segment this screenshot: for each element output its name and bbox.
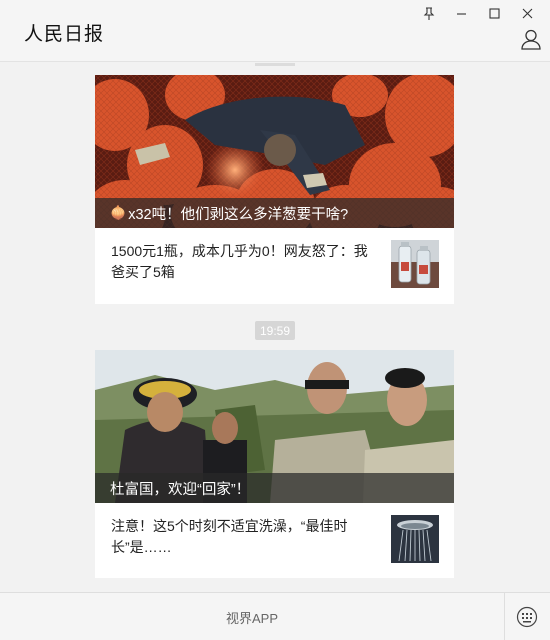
pin-icon: [423, 6, 434, 20]
maximize-icon: [489, 7, 500, 19]
article-hero[interactable]: 🧅 x32吨！他们剥这么多洋葱要干啥?: [95, 75, 454, 228]
minimize-button[interactable]: [445, 2, 478, 24]
hero-caption: 杜富国，欢迎“回家”！: [95, 473, 454, 503]
article-card: 🧅 x32吨！他们剥这么多洋葱要干啥? 1500元1瓶，成本几乎为0！网友怒了：…: [95, 75, 454, 304]
pin-button[interactable]: [412, 2, 445, 24]
title-bar: 人民日报: [0, 0, 550, 62]
close-icon: [522, 8, 533, 18]
sub-article-title: 1500元1瓶，成本几乎为0！网友怒了：我爸买了5箱: [111, 243, 368, 280]
bottom-divider: [504, 593, 505, 640]
sub-article[interactable]: 1500元1瓶，成本几乎为0！网友怒了：我爸买了5箱: [95, 228, 454, 304]
app-title: 人民日报: [24, 24, 105, 45]
bottom-bar: 视界APP: [0, 592, 550, 640]
shower-thumbnail-image: [391, 515, 439, 563]
profile-button[interactable]: [520, 28, 542, 50]
article-card: 杜富国，欢迎“回家”！ 注意！这5个时刻不适宜洗澡，“最佳时长”是……: [95, 350, 454, 578]
minimize-icon: [457, 12, 466, 15]
time-badge: 19:59: [255, 321, 295, 340]
hero-caption-text: x32吨！他们剥这么多洋葱要干啥?: [128, 206, 349, 223]
user-icon: [521, 29, 541, 50]
close-button[interactable]: [511, 2, 544, 24]
bottles-thumbnail-image: [391, 240, 439, 288]
hero-caption-text: 杜富国，欢迎“回家”！: [110, 481, 251, 498]
maximize-button[interactable]: [478, 2, 511, 24]
onion-emoji: 🧅: [110, 205, 127, 220]
sub-article-thumbnail: [391, 515, 439, 563]
window-controls: [412, 2, 544, 24]
previous-time-badge: [255, 63, 295, 66]
sub-article-title: 注意！这5个时刻不适宜洗澡，“最佳时长”是……: [111, 518, 348, 555]
visit-app-button[interactable]: 视界APP: [0, 593, 504, 640]
message-feed[interactable]: 🧅 x32吨！他们剥这么多洋葱要干啥? 1500元1瓶，成本几乎为0！网友怒了：…: [0, 63, 550, 592]
keyboard-button[interactable]: [516, 606, 538, 628]
hero-caption: 🧅 x32吨！他们剥这么多洋葱要干啥?: [95, 198, 454, 228]
keyboard-icon: [516, 606, 538, 628]
article-hero[interactable]: 杜富国，欢迎“回家”！: [95, 350, 454, 503]
sub-article-thumbnail: [391, 240, 439, 288]
sub-article[interactable]: 注意！这5个时刻不适宜洗澡，“最佳时长”是……: [95, 503, 454, 579]
